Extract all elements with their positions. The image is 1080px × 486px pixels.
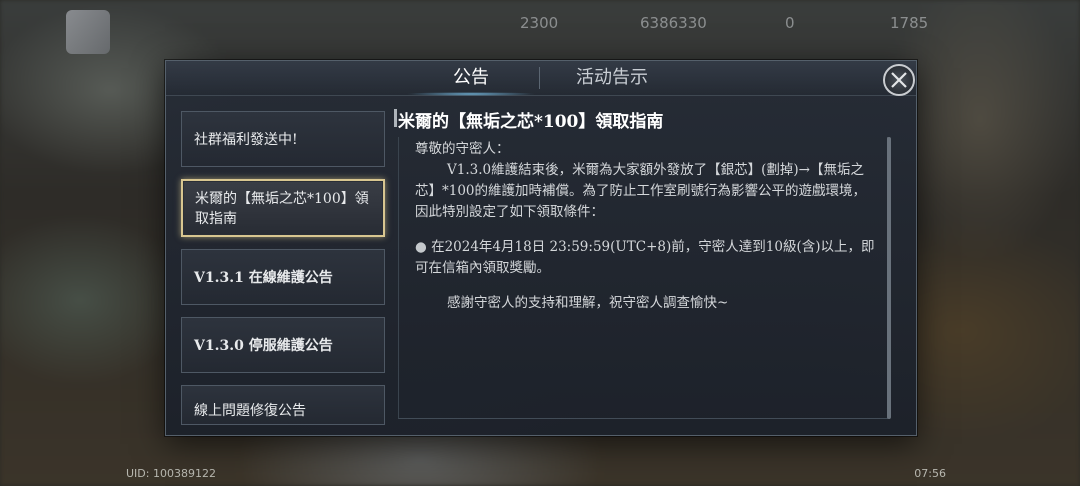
- title-accent-bar: [394, 109, 397, 127]
- stat-4: 1785: [890, 14, 929, 32]
- active-tab-indicator: [406, 92, 536, 96]
- article-scrollbar[interactable]: [887, 137, 891, 419]
- tab-divider: [539, 67, 540, 89]
- announcement-item[interactable]: 社群福利發送中!: [181, 111, 385, 167]
- announcement-item-selected[interactable]: 米爾的【無垢之芯*100】領取指南: [181, 179, 385, 237]
- article-body[interactable]: 尊敬的守密人： V1.3.0維護結束後，米爾為大家額外發放了【銀芯】(劃掉)→【…: [398, 137, 888, 419]
- tab-events[interactable]: 活动告示: [564, 63, 660, 93]
- article-bullet: 在2024年4月18日 23:59:59(UTC+8)前，守密人達到10級(含)…: [415, 237, 877, 279]
- clock-label: 07:56: [914, 467, 946, 480]
- announcement-item-label: 社群福利發送中!: [194, 132, 298, 148]
- announcement-list: 社群福利發送中! 米爾的【無垢之芯*100】領取指南 V1.3.1 在線維護公告…: [181, 111, 385, 437]
- top-status-bar: 2300 6386330 0 1785: [0, 0, 1080, 54]
- announcement-item-label: 線上問題修復公告: [194, 403, 306, 419]
- close-x-icon: [891, 72, 907, 88]
- close-button[interactable]: [883, 64, 915, 96]
- tab-announcement[interactable]: 公告: [406, 63, 536, 96]
- stat-2: 6386330: [640, 14, 707, 32]
- tab-announcement-label: 公告: [453, 67, 489, 88]
- announcement-item-label: V1.3.1 在線維護公告: [194, 270, 333, 286]
- announcement-item-label: 米爾的【無垢之芯*100】領取指南: [195, 191, 369, 227]
- article-paragraph: V1.3.0維護結束後，米爾為大家額外發放了【銀芯】(劃掉)→【無垢之芯】*10…: [415, 162, 867, 220]
- article-thanks: 感謝守密人的支持和理解，祝守密人調查愉快~: [447, 295, 729, 311]
- announcement-item-label: V1.3.0 停服維護公告: [194, 338, 333, 354]
- announcement-item[interactable]: 線上問題修復公告: [181, 385, 385, 425]
- announcement-modal: 公告 活动告示 社群福利發送中! 米爾的【無垢之芯*100】領取指南 V1.3.…: [165, 60, 917, 436]
- avatar: [66, 10, 110, 54]
- announcement-item[interactable]: V1.3.0 停服維護公告: [181, 317, 385, 373]
- stat-3: 0: [785, 14, 795, 32]
- tab-events-label: 活动告示: [576, 67, 648, 88]
- modal-header: 公告 活动告示: [166, 61, 916, 96]
- article-title: 米爾的【無垢之芯*100】領取指南: [398, 112, 664, 132]
- uid-label: UID: 100389122: [126, 467, 216, 480]
- stat-1: 2300: [520, 14, 559, 32]
- announcement-item[interactable]: V1.3.1 在線維護公告: [181, 249, 385, 305]
- article-greeting: 尊敬的守密人：: [415, 141, 510, 157]
